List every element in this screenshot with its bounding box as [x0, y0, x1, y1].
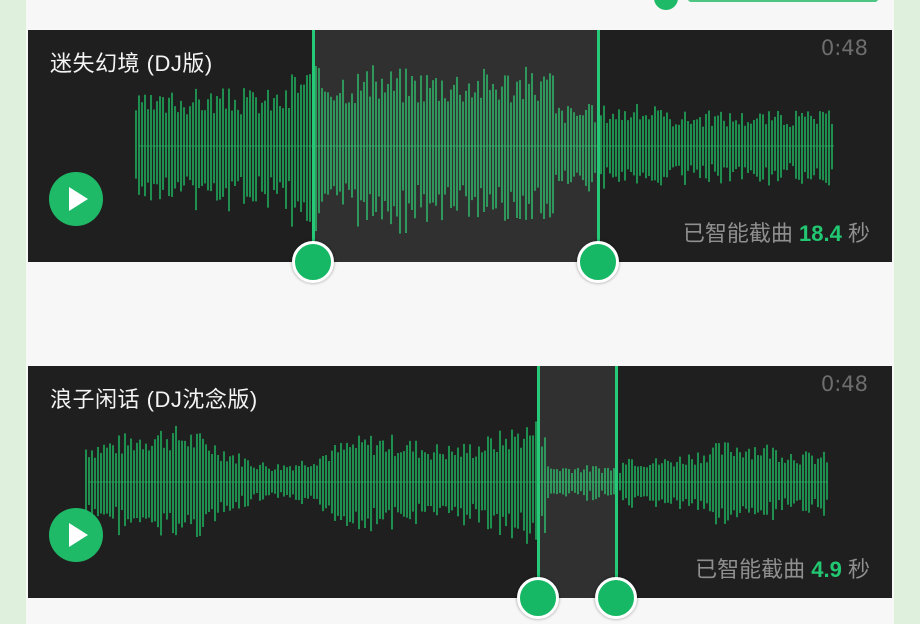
selection-start-line: [536, 366, 540, 598]
selection-start-line: [312, 30, 316, 262]
selection-end-line: [614, 366, 618, 598]
selection-start-handle[interactable]: [292, 241, 335, 283]
track-card-1: 迷失幻境 (DJ版) 0:48 已智能截曲 18.4 秒: [28, 30, 892, 283]
selection-end-handle[interactable]: [577, 241, 620, 283]
selected-clip-area: [537, 366, 616, 598]
selection-end-handle[interactable]: [594, 577, 637, 619]
play-icon: [69, 187, 88, 211]
clip-unit: 秒: [847, 221, 870, 246]
track-duration: 0:48: [820, 36, 868, 60]
clip-label: 已智能截曲: [682, 221, 793, 246]
selected-clip-area: [313, 30, 599, 262]
selection-start-handle[interactable]: [516, 577, 559, 619]
play-button[interactable]: [49, 508, 103, 562]
play-icon: [69, 523, 88, 547]
clip-seconds: 18.4: [799, 221, 842, 246]
track-duration: 0:48: [820, 372, 868, 396]
clip-unit: 秒: [847, 557, 870, 582]
play-button[interactable]: [49, 172, 103, 226]
clip-label: 已智能截曲: [695, 557, 806, 582]
clip-info: 已智能截曲 4.9 秒: [695, 552, 870, 584]
top-partial-link[interactable]: [688, 0, 878, 2]
selection-end-line: [597, 30, 601, 262]
track-title: 浪子闲话 (DJ沈念版): [50, 387, 258, 412]
track-card-2: 浪子闲话 (DJ沈念版) 0:48 已智能截曲 4.9 秒: [28, 366, 892, 619]
clip-seconds: 4.9: [811, 557, 842, 582]
track-title: 迷失幻境 (DJ版): [50, 51, 213, 76]
clip-info: 已智能截曲 18.4 秒: [683, 216, 870, 248]
